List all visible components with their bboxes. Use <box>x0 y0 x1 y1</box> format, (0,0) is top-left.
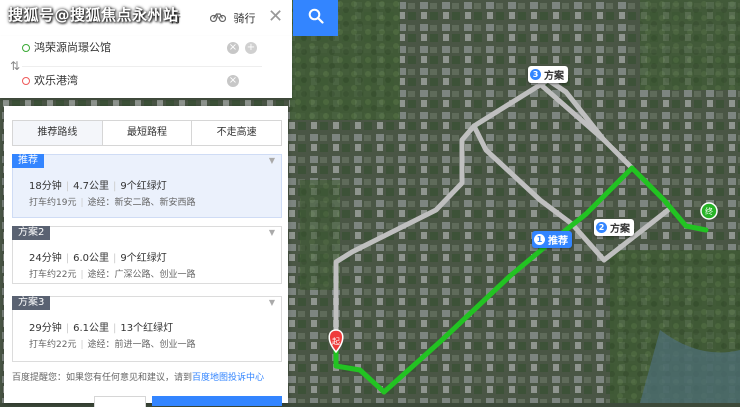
expand-caret-icon[interactable]: ▼ <box>269 298 275 307</box>
close-icon[interactable]: ✕ <box>268 6 283 27</box>
end-dot-icon <box>22 77 30 85</box>
start-input[interactable]: 鸿荣源尚璟公馆 <box>22 36 256 60</box>
tab-no-highway[interactable]: 不走高速 <box>192 121 281 145</box>
swap-icon[interactable]: ⇅ <box>10 59 20 73</box>
expand-caret-icon[interactable]: ▼ <box>269 156 275 165</box>
route-details: 打车约22元 | 途经：广深公路、创业一路 <box>29 270 196 280</box>
tab-shortest[interactable]: 最短路程 <box>103 121 193 145</box>
route-number-2: 2 <box>596 222 607 233</box>
route-label-text: 推荐 <box>548 236 568 247</box>
route-summary: 18分钟 | 4.7公里 | 9个红绿灯 <box>29 181 167 192</box>
end-input-value: 欢乐港湾 <box>34 74 78 87</box>
route-details: 打车约19元 | 途经：新安二路、新安西路 <box>29 198 196 208</box>
route-badge: 推荐 <box>12 154 44 168</box>
route-card-recommended[interactable]: 推荐 ▼ 18分钟 | 4.7公里 | 9个红绿灯 打车约19元 | 途经：新安二路、新安西… <box>12 154 282 218</box>
clear-start-icon[interactable]: × <box>227 42 239 54</box>
end-marker[interactable]: 终 <box>700 202 718 220</box>
route-badge: 方案3 <box>12 296 51 310</box>
expand-caret-icon[interactable]: ▼ <box>269 228 275 237</box>
panel-button-right[interactable] <box>152 396 282 406</box>
panel-button-left[interactable] <box>94 396 146 407</box>
route-card-plan2[interactable]: 方案2 ▼ 24分钟 | 6.0公里 | 9个红绿灯 打车约22元 | 途经：广深公路、创业… <box>12 226 282 284</box>
route-results-panel: 推荐路线 最短路程 不走高速 推荐 ▼ 18分钟 | 4.7公里 | 9个红绿灯 打车约… <box>4 106 288 407</box>
start-marker-label: 起 <box>332 337 340 346</box>
feedback-tip: 百度提醒您：如果您有任何意见和建议，请到百度地图投诉中心 <box>12 373 265 383</box>
route-details: 打车约22元 | 途经：前进一路、创业一路 <box>29 340 196 350</box>
ride-mode-label: 骑行 <box>233 12 256 25</box>
end-input[interactable]: 欢乐港湾 <box>22 69 256 93</box>
watermark: 搜狐号@搜狐焦点永州站 <box>8 6 179 24</box>
clear-end-icon[interactable]: × <box>227 75 239 87</box>
route-label-text: 方案 <box>544 71 564 82</box>
route-label-plan3[interactable]: 3 方案 <box>528 66 568 83</box>
route-badge: 方案2 <box>12 226 51 240</box>
route-number-3: 3 <box>530 69 541 80</box>
start-dot-icon <box>22 44 30 52</box>
search-icon <box>308 8 324 28</box>
route-tabs: 推荐路线 最短路程 不走高速 <box>12 120 282 146</box>
end-marker-label: 终 <box>705 206 713 216</box>
route-summary: 29分钟 | 6.1公里 | 13个红绿灯 <box>29 323 174 334</box>
bicycle-icon <box>209 12 230 25</box>
search-button[interactable] <box>293 0 338 36</box>
route-label-recommended[interactable]: 1 推荐 <box>532 231 572 248</box>
route-number-1: 1 <box>534 234 545 245</box>
complaint-center-link[interactable]: 百度地图投诉中心 <box>192 373 264 383</box>
tab-recommended[interactable]: 推荐路线 <box>13 121 103 145</box>
route-card-plan3[interactable]: 方案3 ▼ 29分钟 | 6.1公里 | 13个红绿灯 打车约22元 | 途经：前进一路、创… <box>12 296 282 362</box>
add-waypoint-icon[interactable]: + <box>245 42 257 54</box>
route-summary: 24分钟 | 6.0公里 | 9个红绿灯 <box>29 253 167 264</box>
route-label-text: 方案 <box>610 224 630 235</box>
ride-mode[interactable]: 骑行 <box>209 10 256 26</box>
route-label-plan2[interactable]: 2 方案 <box>594 219 634 236</box>
route-inputs: ⇅ 鸿荣源尚璟公馆 × + 欢乐港湾 × <box>0 36 292 98</box>
start-input-value: 鸿荣源尚璟公馆 <box>34 41 111 54</box>
